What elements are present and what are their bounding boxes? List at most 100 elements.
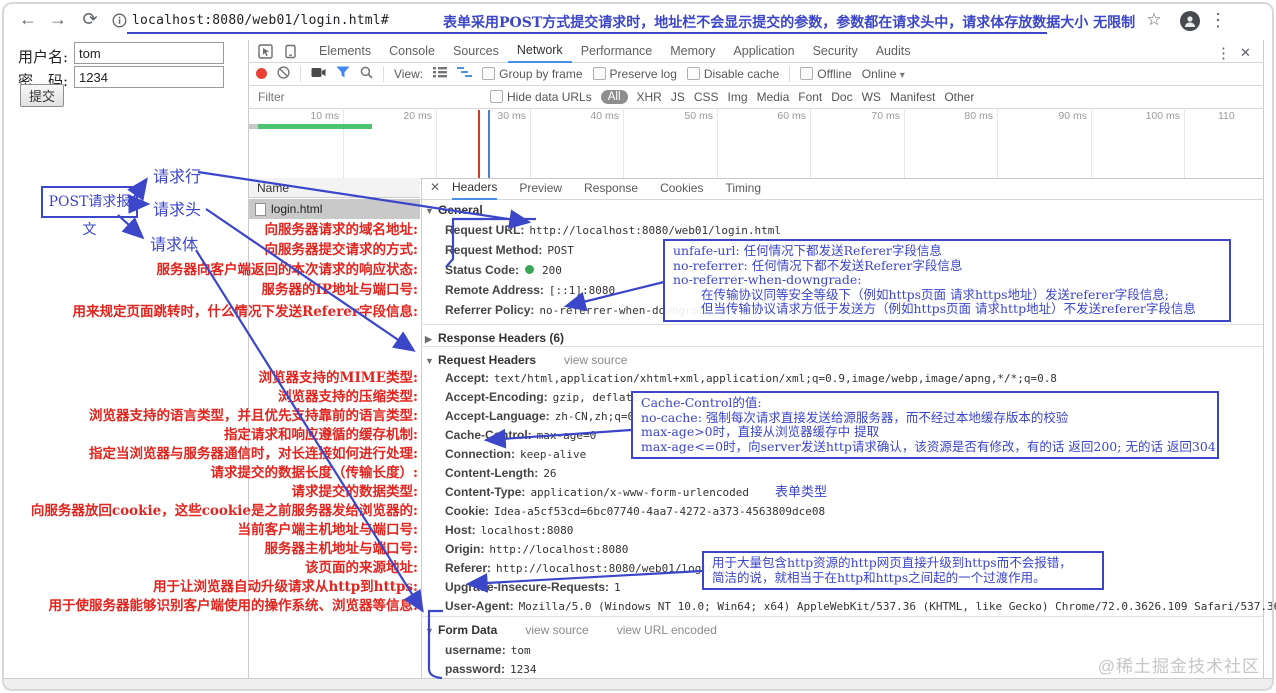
tab-audits[interactable]: Audits [867, 40, 920, 62]
profile-avatar[interactable] [1180, 11, 1200, 31]
watermark: @稀土掘金技术社区 [1097, 657, 1260, 676]
screenshot-root: ← → ⟳ localhost:8080/web01/login.html# 表… [0, 0, 1276, 693]
red-annotation: 请求提交的数据长度（传输长度）: [210, 465, 418, 481]
header-row-accept-language: Accept-Language: zh-CN,zh;q=0.9 [445, 409, 648, 423]
request-list-splitter[interactable] [421, 178, 422, 678]
gridline [1184, 108, 1185, 178]
filter-type-ws[interactable]: WS [862, 90, 881, 104]
filter-type-all[interactable]: All [600, 89, 628, 104]
preserve-log-checkbox[interactable]: Preserve log [592, 67, 677, 81]
name-column-header[interactable]: Name [249, 178, 420, 198]
record-icon[interactable] [256, 68, 267, 79]
red-annotation: 服务器主机地址与端口号: [264, 541, 418, 557]
tab-preview[interactable]: Preview [519, 178, 562, 199]
view-url-encoded-link[interactable]: view URL encoded [617, 623, 717, 637]
filter-type-other[interactable]: Other [944, 90, 974, 104]
close-detail-icon[interactable]: ✕ [430, 180, 440, 194]
clear-icon[interactable] [277, 65, 290, 82]
tab-network[interactable]: Network [507, 39, 572, 63]
tab-timing[interactable]: Timing [725, 178, 761, 199]
tab-response[interactable]: Response [584, 178, 638, 199]
reload-button-icon[interactable]: ⟳ [78, 9, 102, 30]
filter-type-media[interactable]: Media [757, 90, 790, 104]
tick-label: 80 ms [964, 110, 993, 122]
filter-type-js[interactable]: JS [671, 90, 685, 104]
referrer-policy-note-box: unfafe-url: 任何情况下都发送Referer字段信息 no-refer… [663, 239, 1231, 322]
device-toolbar-icon[interactable] [283, 44, 298, 64]
tab-memory[interactable]: Memory [661, 40, 724, 62]
dom-content-loaded-marker [478, 110, 480, 178]
group-by-frame-checkbox[interactable]: Group by frame [482, 67, 583, 81]
filter-type-css[interactable]: CSS [694, 90, 719, 104]
gridline [1091, 108, 1092, 178]
response-headers-section-header[interactable]: ▶ Response Headers (6) [425, 328, 564, 348]
address-bar-url[interactable]: localhost:8080/web01/login.html# [132, 13, 389, 28]
tab-application[interactable]: Application [724, 40, 803, 62]
bottom-strip [4, 678, 1272, 690]
detail-tab-bar: Headers Preview Response Cookies Timing [452, 177, 761, 200]
post-method-annotation: 表单采用POST方式提交请求时，地址栏不会显示提交的参数，参数都在请求头中，请求… [443, 15, 1136, 31]
offline-checkbox[interactable]: Offline [800, 67, 852, 81]
filter-type-xhr[interactable]: XHR [637, 90, 662, 104]
red-annotation: 用于让浏览器自动升级请求从http到https: [152, 579, 418, 595]
tab-elements[interactable]: Elements [310, 40, 380, 62]
gridline [997, 108, 998, 178]
view-list-icon[interactable] [433, 66, 448, 81]
header-row-upgrade-insecure-requests: Upgrade-Insecure-Requests: 1 [445, 580, 621, 594]
filter-type-img[interactable]: Img [728, 90, 748, 104]
devtools-close-icon[interactable]: ✕ [1240, 45, 1251, 61]
disable-cache-checkbox[interactable]: Disable cache [686, 67, 779, 81]
filter-type-doc[interactable]: Doc [831, 90, 852, 104]
filter-type-font[interactable]: Font [798, 90, 822, 104]
back-button-icon[interactable]: ← [16, 9, 40, 30]
browser-toolbar: ← → ⟳ localhost:8080/web01/login.html# 表… [0, 0, 1276, 40]
filter-input[interactable] [256, 87, 475, 106]
forward-button-icon[interactable]: → [46, 9, 70, 30]
view-label: View: [394, 66, 424, 81]
tab-performance[interactable]: Performance [572, 40, 662, 62]
screenshot-capture-icon[interactable] [311, 67, 326, 81]
post-message-box: POST请求报文 [41, 186, 138, 238]
tick-label: 110 [1218, 110, 1235, 122]
bookmark-star-icon[interactable]: ☆ [1142, 10, 1166, 30]
request-line-label: 请求行 [153, 167, 202, 186]
checkbox-icon [482, 67, 496, 80]
hide-data-urls-checkbox[interactable]: Hide data URLs [490, 90, 592, 104]
red-annotation: 该页面的来源地址: [305, 560, 418, 576]
tab-headers[interactable]: Headers [452, 177, 498, 200]
browser-menu-icon[interactable]: ⋮ [1206, 10, 1230, 31]
password-field[interactable] [74, 66, 224, 88]
filter-type-manifest[interactable]: Manifest [890, 90, 935, 104]
gridline [904, 108, 905, 178]
tab-security[interactable]: Security [804, 40, 867, 62]
devtools-menu-icon[interactable]: ⋮ [1216, 44, 1231, 62]
form-data-section-header[interactable]: ▼ Form Data view source view URL encoded [425, 620, 717, 640]
view-waterfall-icon[interactable] [457, 66, 473, 81]
username-field[interactable] [74, 42, 224, 64]
tick-label: 60 ms [777, 110, 806, 122]
search-icon[interactable] [360, 66, 373, 82]
tab-cookies[interactable]: Cookies [660, 178, 703, 199]
red-annotation: 请求提交的数据类型: [291, 484, 418, 500]
divider [421, 324, 1263, 325]
general-section-header[interactable]: ▼ General [425, 200, 483, 220]
filter-funnel-icon[interactable] [336, 66, 350, 81]
devtools-tab-bar: Elements Console Sources Network Perform… [310, 39, 920, 63]
red-annotation: 浏览器支持的压缩类型: [278, 389, 418, 405]
info-icon[interactable] [112, 13, 127, 33]
view-source-link[interactable]: view source [525, 623, 588, 637]
view-source-link[interactable]: view source [564, 353, 627, 367]
request-headers-section-header[interactable]: ▼ Request Headers view source [425, 350, 627, 370]
red-annotation: 浏览器支持的MIME类型: [258, 370, 418, 386]
expanded-triangle-icon: ▼ [425, 356, 434, 366]
inspect-element-icon[interactable] [258, 44, 273, 64]
checkbox-icon [592, 67, 606, 80]
tab-sources[interactable]: Sources [444, 40, 508, 62]
submit-button[interactable]: 提交 [20, 84, 65, 107]
red-annotation: 向服务器放回cookie，这些cookie是之前服务器发给浏览器的: [30, 503, 418, 519]
header-row-content-type: Content-Type: application/x-www-form-urle… [445, 485, 827, 500]
form-type-annotation: 表单类型 [774, 485, 827, 500]
tab-console[interactable]: Console [380, 40, 444, 62]
throttling-select[interactable]: Online ▾ [862, 67, 905, 81]
request-row-login-html[interactable]: login.html [249, 199, 420, 219]
